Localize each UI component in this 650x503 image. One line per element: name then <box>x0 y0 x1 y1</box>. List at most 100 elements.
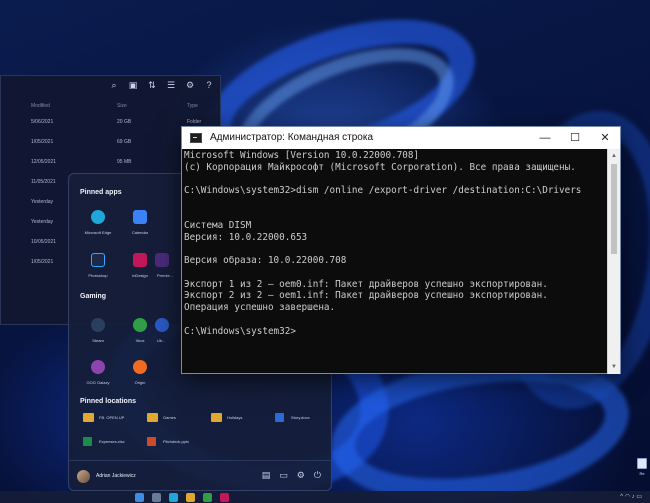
column-header-modified[interactable]: Modified <box>31 103 50 109</box>
app-label: Calendar <box>131 230 149 235</box>
console-line: Экспорт 2 из 2 — oem1.inf: Пакет драйвер… <box>184 290 548 302</box>
explorer-toolbar: ⌕ ▣ ⇅ ☰ ⚙ ? <box>109 80 214 91</box>
recycle-bin-icon <box>637 458 647 469</box>
file-size: 20 GB <box>117 119 132 125</box>
calendar-icon <box>133 210 147 224</box>
scroll-down-arrow-icon[interactable]: ▼ <box>611 364 617 370</box>
scroll-up-arrow-icon[interactable]: ▲ <box>611 153 617 159</box>
premiere-icon <box>155 253 169 267</box>
powerpoint-file-icon <box>147 437 156 446</box>
explorer-column-headers: Modified Size Type <box>1 100 220 114</box>
settings-icon[interactable]: ⚙ <box>185 80 195 91</box>
pinned-location-file[interactable]: Pitchdeck.pptx <box>147 434 209 452</box>
settings-icon[interactable]: ⚙ <box>297 470 305 481</box>
pinned-location-folder[interactable]: FB. OPEN UP <box>83 410 145 428</box>
edge-icon[interactable] <box>169 493 178 502</box>
file-explorer-icon[interactable] <box>186 493 195 502</box>
game-origin[interactable]: Origin <box>113 354 167 398</box>
view-icon[interactable]: ▣ <box>128 80 138 91</box>
maximize-button[interactable]: ☐ <box>560 127 590 149</box>
console-line: Версия образа: 10.0.22000.708 <box>184 255 347 267</box>
app-icon[interactable] <box>220 493 229 502</box>
location-label: FB. OPEN UP <box>99 415 125 420</box>
volume-icon[interactable]: ♪ <box>632 494 635 500</box>
user-bar: Adrian Jackiewicz ▤ ▭ ⚙ ⏻ <box>69 460 331 492</box>
console-output[interactable]: Microsoft Windows [Version 10.0.22000.70… <box>184 150 608 372</box>
folder-icon[interactable]: ▭ <box>279 470 288 481</box>
search-icon[interactable]: ⌕ <box>109 80 119 91</box>
ubisoft-icon <box>155 318 169 332</box>
taskbar: ^ ◠ ♪ ▭ <box>0 491 650 503</box>
recycle-bin-label: Re <box>639 471 645 476</box>
user-name[interactable]: Adrian Jackiewicz <box>96 473 136 479</box>
file-modified: Yesterday <box>31 219 54 225</box>
help-icon[interactable]: ? <box>204 80 214 91</box>
file-modified: 12/05/2021 <box>31 159 57 165</box>
console-line: Система DISM <box>184 220 252 232</box>
recycle-bin-shortcut[interactable]: Re <box>634 458 650 482</box>
location-label: Games <box>163 415 176 420</box>
close-button[interactable]: ✕ <box>590 127 620 149</box>
console-line: Microsoft Windows [Version 10.0.22000.70… <box>184 150 420 161</box>
edge-icon <box>91 210 105 224</box>
chevron-up-icon[interactable]: ^ <box>620 494 623 500</box>
origin-icon <box>133 360 147 374</box>
location-label: Story.docx <box>291 415 310 420</box>
column-header-type[interactable]: Type <box>187 103 198 109</box>
photoshop-icon <box>91 253 105 267</box>
user-quick-actions: ▤ ▭ ⚙ ⏻ <box>262 470 321 481</box>
wifi-icon[interactable]: ◠ <box>625 494 630 500</box>
scrollbar-thumb[interactable] <box>611 164 617 254</box>
file-size: 69 GB <box>117 139 132 145</box>
indesign-icon <box>133 253 147 267</box>
pinned-app-premiere[interactable]: Premie... <box>149 247 179 291</box>
pinned-locations-title: Pinned locations <box>80 398 137 405</box>
column-header-size[interactable]: Size <box>117 103 127 109</box>
battery-icon[interactable]: ▭ <box>636 494 642 500</box>
pinned-apps-title: Pinned apps <box>80 189 122 196</box>
pinned-location-folder[interactable]: Games <box>147 410 209 428</box>
taskbar-apps <box>135 493 229 502</box>
file-modified: 10/05/2021 <box>31 239 57 245</box>
app-label: Origin <box>134 380 146 385</box>
file-type: Folder <box>187 119 202 125</box>
system-tray: ^ ◠ ♪ ▭ <box>620 493 642 500</box>
sort-icon[interactable]: ⇅ <box>147 80 157 91</box>
console-prompt-line[interactable]: C:\Windows\system32> <box>184 326 608 338</box>
window-titlebar[interactable]: Администратор: Командная строка — ☐ ✕ <box>182 127 620 149</box>
search-icon[interactable] <box>152 493 161 502</box>
start-icon[interactable] <box>135 493 144 502</box>
vertical-scrollbar[interactable]: ▲ ▼ <box>607 149 620 374</box>
location-label: Pitchdeck.pptx <box>163 439 190 444</box>
console-line: Версия: 10.0.22000.653 <box>184 231 308 243</box>
app-label: Premie... <box>157 273 174 278</box>
power-icon[interactable]: ⏻ <box>314 470 321 481</box>
avatar[interactable] <box>77 470 90 483</box>
pinned-location-file[interactable]: Story.docx <box>275 410 329 428</box>
location-label: Expenses.xlsx <box>99 439 125 444</box>
gog-galaxy-icon <box>91 360 105 374</box>
pinned-location-file[interactable]: Expenses.xlsx <box>83 434 145 452</box>
xbox-icon[interactable] <box>203 493 212 502</box>
window-title: Администратор: Командная строка <box>210 132 374 143</box>
file-modified: 5/06/2021 <box>31 119 54 125</box>
xbox-icon <box>133 318 147 332</box>
word-file-icon <box>275 413 284 422</box>
gaming-title: Gaming <box>80 293 107 300</box>
game-ubisoft[interactable]: Ub... <box>149 312 179 356</box>
filter-icon[interactable]: ☰ <box>166 80 176 91</box>
folder-icon <box>211 413 222 422</box>
excel-file-icon <box>83 437 92 446</box>
folder-icon <box>147 413 158 422</box>
documents-icon[interactable]: ▤ <box>262 470 271 481</box>
pinned-app-calendar[interactable]: Calendar <box>113 204 167 248</box>
minimize-button[interactable]: — <box>530 127 560 149</box>
pinned-location-folder[interactable]: Holidays <box>211 410 273 428</box>
location-label: Holidays <box>227 415 243 420</box>
file-modified: 1/05/2021 <box>31 139 54 145</box>
